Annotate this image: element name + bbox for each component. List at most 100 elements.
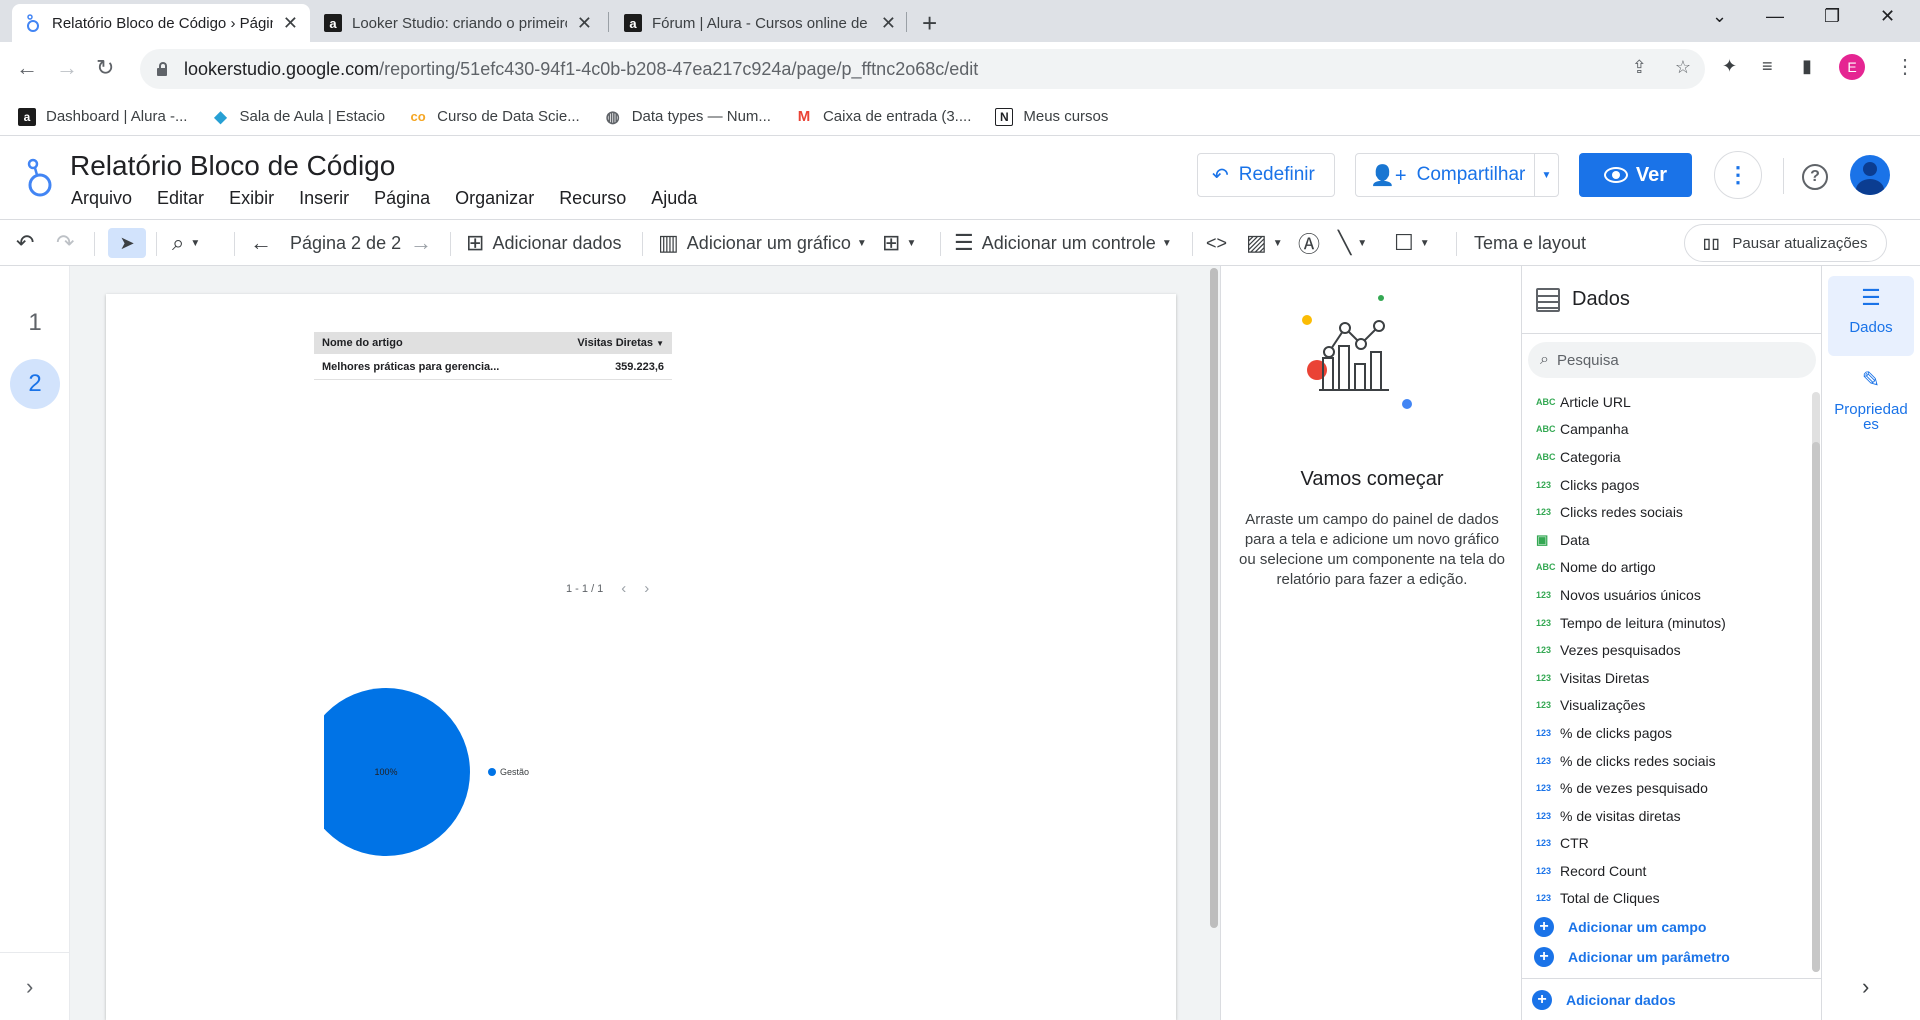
field-item[interactable]: 123 % de clicks redes sociais — [1522, 747, 1812, 775]
minimize-icon[interactable]: — — [1766, 6, 1784, 27]
forward-icon[interactable]: → — [56, 55, 78, 81]
expand-pages-icon[interactable]: › — [26, 974, 33, 1000]
browser-tab[interactable]: a Looker Studio: criando o primeiro ✕ — [312, 4, 604, 42]
report-page[interactable]: Nome do artigo Visitas Diretas ▼ Melhore… — [106, 294, 1176, 1020]
pie-chart[interactable]: 100% Gestão — [324, 660, 644, 880]
previous-page-icon[interactable]: ← — [250, 228, 272, 258]
field-item[interactable]: 123 Clicks redes sociais — [1522, 498, 1812, 526]
tab-search-icon[interactable]: ⌄ — [1712, 6, 1727, 27]
browser-tab[interactable]: a Fórum | Alura - Cursos online de ✕ — [612, 4, 908, 42]
add-field-link[interactable]: + Adicionar um campo — [1522, 912, 1812, 942]
field-item[interactable]: ABC Article URL — [1522, 388, 1812, 416]
field-item[interactable]: 123 % de vezes pesquisado — [1522, 774, 1812, 802]
menu-arquivo[interactable]: Arquivo — [71, 188, 132, 209]
browser-menu-icon[interactable]: ⋮ — [1895, 54, 1915, 79]
field-item[interactable]: ▣ Data — [1522, 526, 1812, 554]
field-item[interactable]: 123 Visualizações — [1522, 692, 1812, 720]
chevron-left-icon[interactable]: ‹ — [621, 580, 626, 597]
field-list-scrollbar[interactable] — [1812, 392, 1820, 972]
bookmark-item[interactable]: N Meus cursos — [995, 107, 1108, 126]
undo-icon[interactable]: ↶ — [16, 228, 34, 258]
select-pointer-icon[interactable]: ➤ — [108, 228, 146, 258]
user-avatar[interactable] — [1850, 155, 1890, 195]
close-tab-icon[interactable]: ✕ — [577, 13, 592, 34]
legend-label[interactable]: Gestão — [500, 767, 529, 777]
embed-code-icon[interactable]: <> — [1206, 228, 1227, 258]
extensions-icon[interactable]: ✦ — [1722, 56, 1737, 77]
page-thumb-1[interactable]: 1 — [10, 298, 60, 348]
bookmark-item[interactable]: a Dashboard | Alura -... — [18, 107, 187, 126]
side-panel-icon[interactable]: ▮ — [1802, 56, 1812, 77]
field-item[interactable]: ABC Campanha — [1522, 416, 1812, 444]
bookmark-item[interactable]: ◆ Sala de Aula | Estacio — [211, 108, 385, 126]
field-item[interactable]: 123 % de visitas diretas — [1522, 802, 1812, 830]
field-item[interactable]: 123 Total de Cliques — [1522, 885, 1812, 913]
theme-layout-button[interactable]: Tema e layout — [1474, 228, 1586, 258]
bookmark-star-icon[interactable]: ☆ — [1675, 57, 1691, 78]
looker-studio-logo-icon[interactable] — [26, 158, 52, 198]
canvas-scrollbar[interactable] — [1210, 268, 1218, 928]
more-options-icon[interactable]: ⋮ — [1714, 151, 1762, 199]
field-item[interactable]: 123 Vezes pesquisados — [1522, 636, 1812, 664]
bookmark-item[interactable]: co Curso de Data Scie... — [409, 108, 580, 126]
help-icon[interactable]: ? — [1802, 164, 1828, 190]
new-tab-icon[interactable]: + — [922, 8, 937, 39]
add-chart-button[interactable]: ▥ Adicionar um gráfico ▼ — [658, 228, 867, 258]
menu-pagina[interactable]: Página — [374, 188, 430, 209]
field-item[interactable]: 123 Visitas Diretas — [1522, 664, 1812, 692]
menu-editar[interactable]: Editar — [157, 188, 204, 209]
reset-button[interactable]: ↶ Redefinir — [1197, 153, 1335, 197]
field-item[interactable]: 123 Record Count — [1522, 857, 1812, 885]
share-dropdown-icon[interactable]: ▼ — [1534, 154, 1558, 196]
menu-recurso[interactable]: Recurso — [559, 188, 626, 209]
shape-dropdown[interactable]: ☐ ▼ — [1394, 228, 1430, 258]
rail-properties-button[interactable]: ✎ Propriedad es — [1828, 358, 1914, 448]
field-item[interactable]: 123 Clicks pagos — [1522, 471, 1812, 499]
field-item[interactable]: ABC Nome do artigo — [1522, 554, 1812, 582]
report-title[interactable]: Relatório Bloco de Código — [70, 150, 395, 182]
field-item[interactable]: 123 Novos usuários únicos — [1522, 581, 1812, 609]
page-thumb-2[interactable]: 2 — [10, 359, 60, 409]
menu-organizar[interactable]: Organizar — [455, 188, 534, 209]
add-parameter-link[interactable]: + Adicionar um parâmetro — [1522, 942, 1812, 972]
community-viz-dropdown[interactable]: ⊞ ▼ — [882, 228, 916, 258]
next-page-icon[interactable]: → — [410, 228, 432, 258]
field-item[interactable]: ABC Categoria — [1522, 443, 1812, 471]
pause-updates-button[interactable]: ▯▯ Pausar atualizações — [1684, 224, 1887, 262]
reload-icon[interactable]: ↻ — [96, 55, 114, 81]
browser-profile-avatar[interactable]: E — [1839, 54, 1865, 80]
zoom-dropdown[interactable]: ⌕ ▼ — [172, 228, 200, 258]
add-data-footer-button[interactable]: + Adicionar dados — [1522, 978, 1822, 1020]
bookmark-item[interactable]: M Caixa de entrada (3.... — [795, 108, 972, 126]
media-queue-icon[interactable]: ≡ — [1762, 56, 1773, 77]
add-data-button[interactable]: ⊞ Adicionar dados — [466, 228, 622, 258]
share-page-icon[interactable]: ⇪ — [1632, 57, 1647, 78]
line-dropdown[interactable]: ╲ ▼ — [1338, 228, 1367, 258]
menu-inserir[interactable]: Inserir — [299, 188, 349, 209]
back-icon[interactable]: ← — [16, 55, 38, 81]
close-window-icon[interactable]: ✕ — [1880, 6, 1895, 27]
table-header-cell[interactable]: Nome do artigo — [314, 337, 552, 349]
menu-ajuda[interactable]: Ajuda — [651, 188, 697, 209]
table-chart[interactable]: Nome do artigo Visitas Diretas ▼ Melhore… — [314, 332, 672, 380]
redo-icon[interactable]: ↷ — [56, 228, 74, 258]
field-item[interactable]: 123 % de clicks pagos — [1522, 719, 1812, 747]
close-tab-icon[interactable]: ✕ — [881, 13, 896, 34]
restore-icon[interactable]: ❐ — [1824, 6, 1840, 27]
field-search-input[interactable]: ⌕ Pesquisa — [1528, 342, 1816, 378]
bookmark-item[interactable]: ◍ Data types — Num... — [604, 108, 771, 126]
close-tab-icon[interactable]: ✕ — [283, 13, 298, 34]
expand-panel-icon[interactable]: › — [1862, 974, 1869, 1000]
rail-data-button[interactable]: ☰ Dados — [1828, 276, 1914, 356]
field-item[interactable]: 123 CTR — [1522, 830, 1812, 858]
menu-exibir[interactable]: Exibir — [229, 188, 274, 209]
view-button[interactable]: Ver — [1579, 153, 1692, 197]
image-dropdown[interactable]: ▨ ▼ — [1246, 228, 1283, 258]
text-box-icon[interactable]: Ⓐ — [1298, 228, 1320, 258]
chevron-right-icon[interactable]: › — [644, 580, 649, 597]
share-button[interactable]: 👤+ Compartilhar ▼ — [1355, 153, 1559, 197]
table-header-cell[interactable]: Visitas Diretas ▼ — [552, 337, 672, 349]
add-control-button[interactable]: ☰ Adicionar um controle ▼ — [954, 228, 1172, 258]
browser-tab-active[interactable]: Relatório Bloco de Código › Págin ✕ — [12, 4, 310, 42]
url-field[interactable]: lookerstudio.google.com/reporting/51efc4… — [140, 49, 1705, 89]
